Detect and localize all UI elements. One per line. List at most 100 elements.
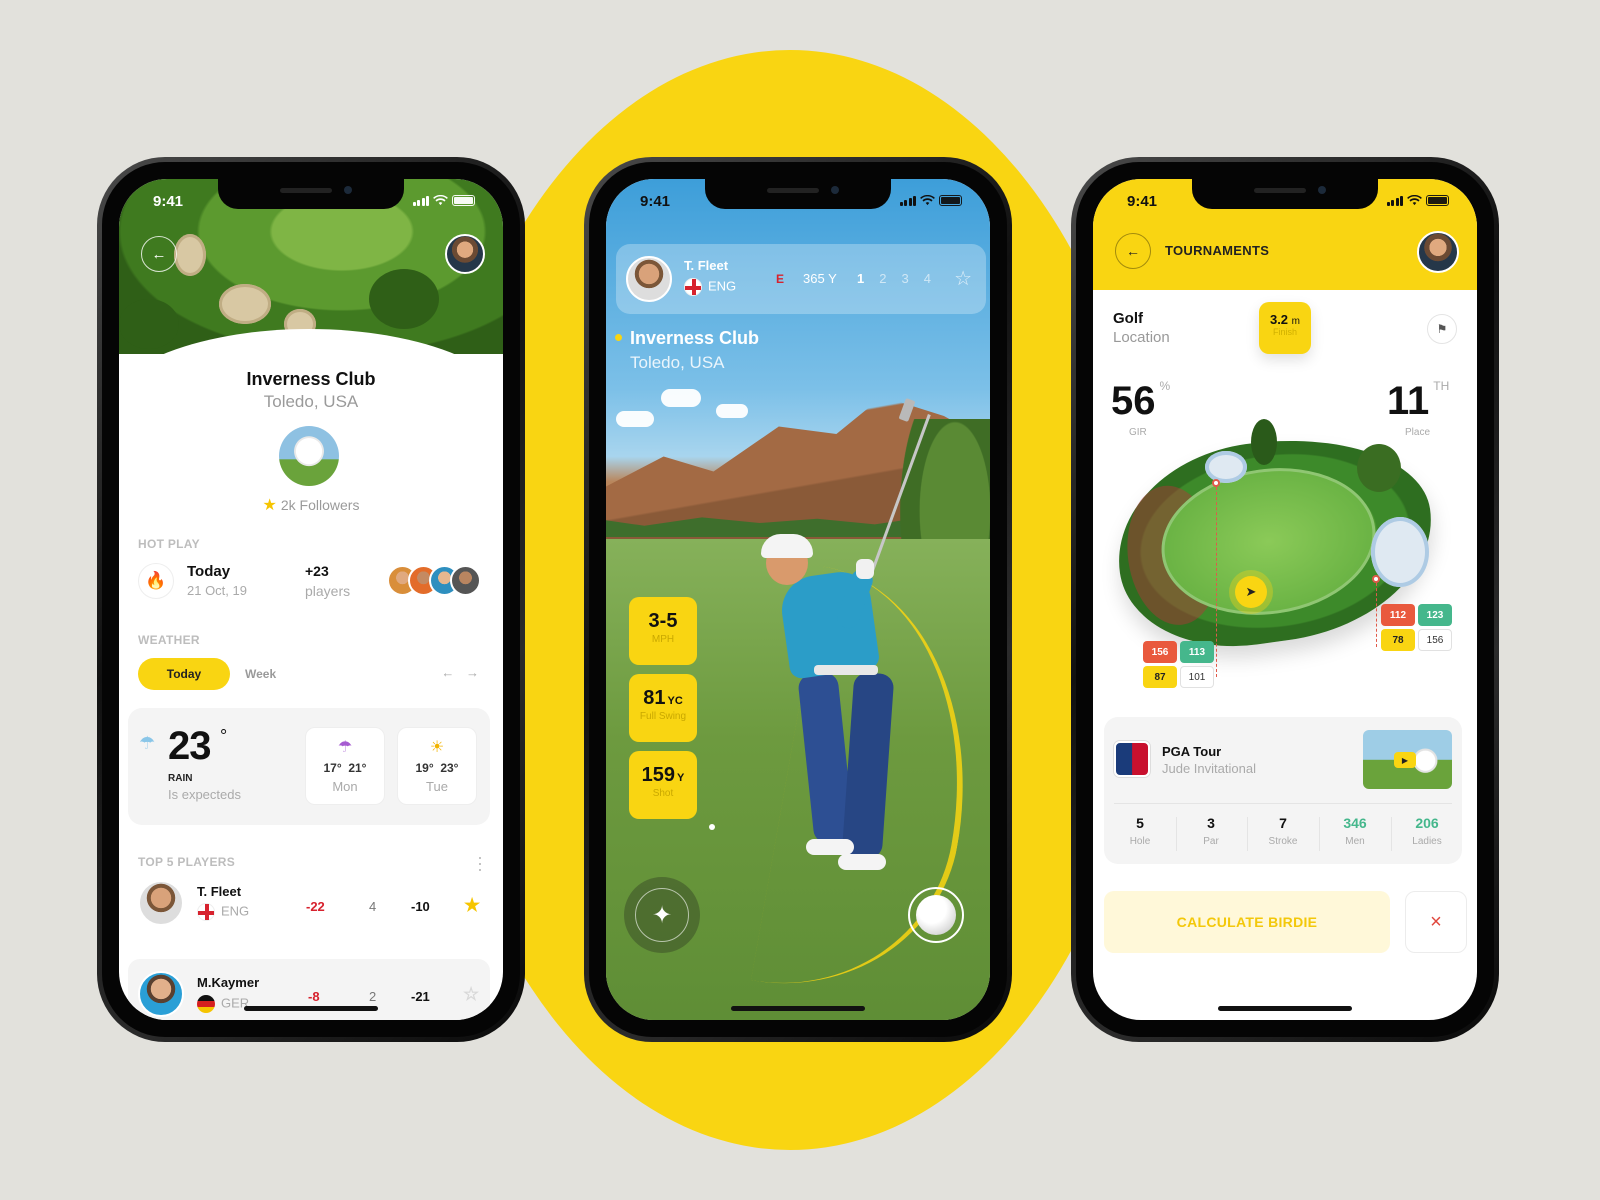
home-indicator [1218,1006,1352,1011]
player-name: T. Fleet [684,258,729,273]
home-indicator [731,1006,865,1011]
user-avatar[interactable] [1417,231,1459,273]
england-flag-icon [197,903,215,921]
phone-live-play: 9:41 T. Fleet ENG E 365 Y 1 2 3 4 ☆ Inve… [584,157,1012,1042]
signal-icon [899,195,916,206]
weather-nav-arrows[interactable]: ← → [441,665,483,680]
weather-note: Is expecteds [168,787,241,802]
live-play-screen: 9:41 T. Fleet ENG E 365 Y 1 2 3 4 ☆ Inve… [606,179,990,1020]
arrow-left-icon: ← [1126,243,1140,259]
club-location: Toledo, USA [263,392,359,411]
club-overview-screen: 9:41 ← Inverness Club Toledo, USA ★ 2k Fo… [119,179,503,1020]
tab-today[interactable]: Today [138,658,230,690]
gir-value: 56% [1111,379,1171,423]
wifi-icon [1407,195,1422,206]
status-time: 9:41 [640,193,671,210]
hot-play-date: 21 Oct, 19 [187,583,247,598]
forecast-day-tue[interactable]: ☀ 19° 23° Tue [397,727,477,805]
round-selector[interactable]: 1 2 3 4 [857,271,931,286]
club-location: Toledo, USA [630,353,725,372]
round-3[interactable]: 3 [901,271,908,286]
player-score-today: -21 [411,989,430,1004]
sun-cloud-icon: ☀ [429,739,445,756]
distance-chip: 3.2 m Finish [1259,302,1311,354]
player-avatar [626,256,672,302]
round-2[interactable]: 2 [879,271,886,286]
play-icon[interactable]: ▶ [1394,752,1416,768]
player-score-round: 4 [369,899,377,914]
battery-icon [452,195,475,206]
round-4[interactable]: 4 [924,271,931,286]
player-score-round: 2 [369,989,377,1004]
golf-ball-button[interactable] [908,887,964,943]
compass-icon: ✦ [635,888,689,942]
tab-week[interactable]: Week [245,667,276,681]
compass-button[interactable]: ✦ [624,877,700,953]
wifi-icon [920,195,935,206]
flag-button[interactable]: ⚑ [1427,314,1457,344]
status-time: 9:41 [1127,193,1158,210]
place-label: Place [1405,427,1431,438]
player-score-today: -10 [411,899,430,914]
round-1[interactable]: 1 [857,271,864,286]
gir-label: GIR [1129,427,1147,438]
current-temperature: 23 [168,724,211,768]
wind-speed-stat: 3-5 MPH [629,597,697,665]
back-button[interactable]: ← [141,236,177,272]
more-options-icon[interactable]: · · · [477,848,483,878]
player-country: ENG [221,903,250,919]
tournament-subtitle: Jude Invitational [1162,761,1256,776]
star-outline-icon[interactable]: ☆ [463,984,479,1005]
weather-label: WEATHER [138,633,200,647]
hot-play-day: Today [187,563,231,580]
battery-icon [1426,195,1449,206]
forecast-day-mon[interactable]: ☂ 17° 21° Mon [305,727,385,805]
stat-hole: 5 Hole [1129,815,1151,847]
yardage-box: 156 [1418,629,1452,651]
close-button[interactable]: × [1405,891,1467,953]
followers-count[interactable]: ★ 2k Followers [119,495,503,515]
battery-icon [939,195,962,206]
yardage-box: 112 [1381,604,1415,626]
swing-distance-stat: 81 YC Full Swing [629,674,697,742]
wifi-icon [433,195,448,206]
pga-tour-logo [1114,741,1150,777]
player-avatar [138,971,184,1017]
stat-men: 346 Men [1343,815,1367,847]
weather-condition: RAIN [168,773,193,784]
club-name: Inverness Club [246,369,376,389]
player-name: T. Fleet [197,884,242,899]
yardage-box: 113 [1180,641,1214,663]
sport-label: Golf [1113,310,1143,327]
status-bar: 9:41 [119,193,503,213]
club-logo [279,426,339,486]
tournament-card[interactable]: PGA Tour Jude Invitational ▶ 5 Hole 3 Par … [1104,717,1462,864]
england-flag-icon [684,278,702,296]
marker-right [1372,575,1380,583]
location-arrow-icon[interactable]: ➤ [1235,576,1267,608]
yardage-box: 101 [1180,666,1214,688]
player-score-total: -22 [306,899,325,914]
player-score-total: -8 [308,989,320,1004]
rain-cloud-icon: ☂ [139,733,156,753]
star-icon[interactable]: ★ [464,895,480,916]
back-button[interactable]: ← [1115,233,1151,269]
germany-flag-icon [197,995,215,1013]
marker-left [1212,479,1220,487]
avatar [450,565,481,596]
location-label: Location [1113,329,1170,346]
status-time: 9:41 [153,193,184,210]
player-scorecard[interactable]: T. Fleet ENG E 365 Y 1 2 3 4 ☆ [616,244,986,314]
user-avatar[interactable] [445,234,485,274]
signal-icon [1386,195,1403,206]
par-status: E [776,272,785,286]
players-avatar-stack[interactable] [387,565,481,596]
degree-sign: ° [220,726,228,746]
place-value: 11 TH [1387,379,1450,423]
player-country: ENG [708,278,737,294]
hot-play-count: +23 [305,563,329,579]
star-outline-icon[interactable]: ☆ [954,266,972,291]
umbrella-icon: ☂ [337,739,353,756]
phone-tournaments: 9:41 ← TOURNAMENTS Golf Location 3.2 m F… [1071,157,1499,1042]
calculate-birdie-button[interactable]: CALCULATE BIRDIE [1104,891,1390,953]
